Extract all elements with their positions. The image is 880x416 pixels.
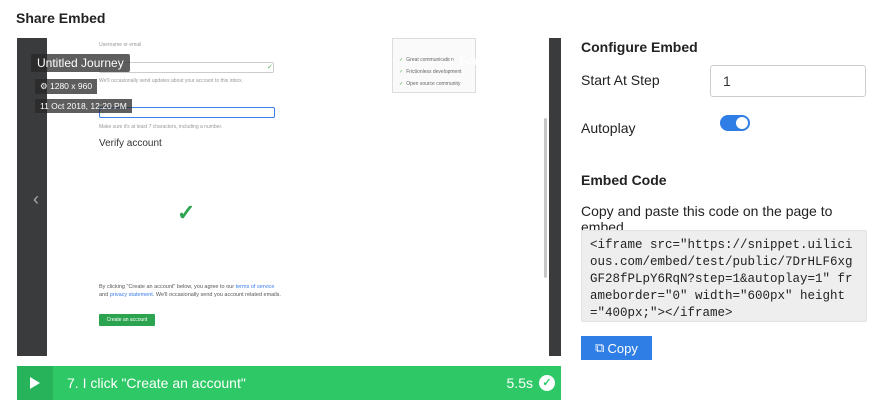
screen-scrollbar bbox=[544, 118, 547, 278]
create-account-button: Create an account bbox=[99, 314, 155, 326]
toggle-knob bbox=[736, 117, 748, 129]
uilicious-logo: UIlicious bbox=[501, 328, 549, 345]
retest-button[interactable]: ↻ Re-test bbox=[495, 54, 549, 68]
verify-account-text: Verify account bbox=[99, 138, 162, 149]
success-check-icon: ✓ bbox=[177, 200, 196, 225]
start-step-label: Start At Step bbox=[581, 72, 660, 88]
journey-preview[interactable]: Username or email ✓ We'll occasionally s… bbox=[17, 38, 561, 356]
play-icon bbox=[30, 377, 40, 389]
autoplay-toggle[interactable] bbox=[720, 115, 750, 131]
fork-icon: ⑂ bbox=[449, 54, 457, 68]
start-step-input[interactable] bbox=[710, 65, 866, 97]
play-button[interactable] bbox=[17, 366, 53, 400]
step-bar: 7. I click "Create an account" 5.5s ✓ bbox=[17, 366, 561, 400]
date-badge: 11 Oct 2018, 12:20 PM bbox=[35, 99, 132, 113]
copy-icon: ⧉ bbox=[595, 340, 605, 355]
resolution-badge: ⚙ 1280 x 960 bbox=[35, 79, 98, 94]
embed-code-textarea[interactable]: <iframe src="https://snippet.uilicious.c… bbox=[581, 230, 867, 322]
app-screenshot: Username or email ✓ We'll occasionally s… bbox=[47, 38, 549, 356]
step-success-icon: ✓ bbox=[539, 375, 555, 391]
terms-text: By clicking "Create an account" below, y… bbox=[99, 284, 281, 298]
embed-heading: Embed Code bbox=[581, 172, 667, 188]
autoplay-label: Autoplay bbox=[581, 120, 636, 136]
journey-title: Untitled Journey bbox=[31, 54, 130, 72]
fork-button[interactable]: ⑂ Fork bbox=[449, 54, 485, 68]
settings-icon: ⚙ bbox=[40, 81, 48, 91]
page-title: Share Embed bbox=[16, 10, 106, 26]
configure-heading: Configure Embed bbox=[581, 39, 698, 55]
step-description: 7. I click "Create an account" bbox=[67, 375, 246, 391]
previous-step-icon[interactable]: ‹ bbox=[33, 190, 45, 208]
step-duration: 5.5s bbox=[506, 375, 533, 391]
copy-button[interactable]: ⧉ Copy bbox=[581, 336, 652, 360]
refresh-icon: ↻ bbox=[495, 54, 506, 68]
